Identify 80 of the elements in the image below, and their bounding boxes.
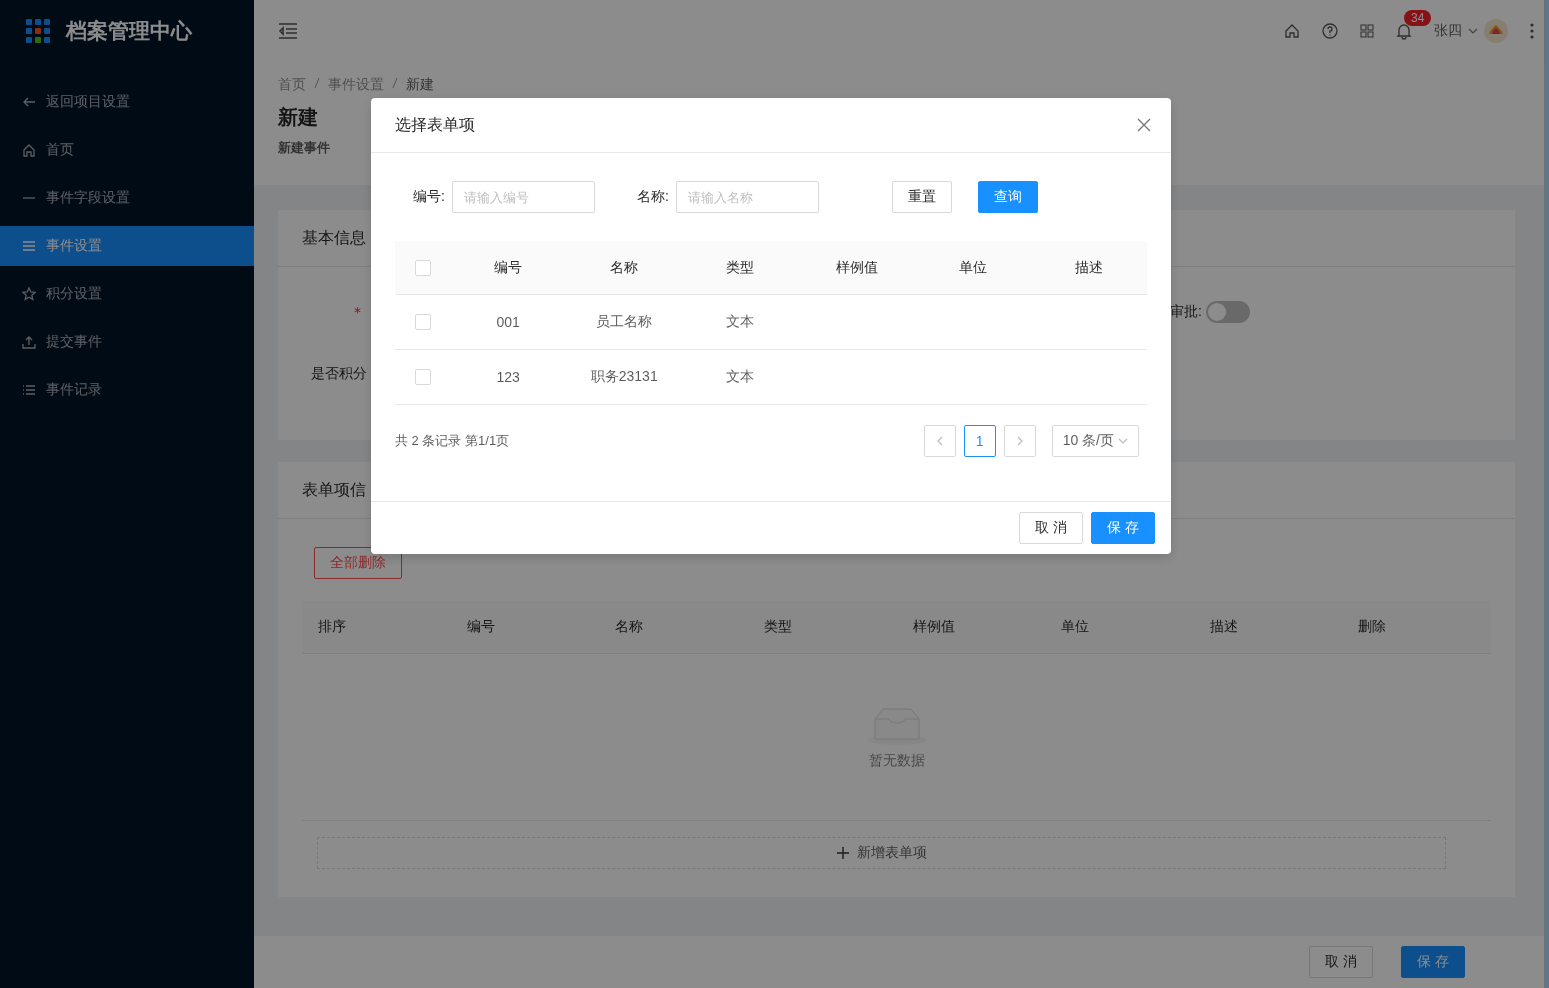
column-header: 名称 xyxy=(614,618,645,636)
chevron-right-icon xyxy=(1015,436,1024,446)
bell-icon xyxy=(1396,22,1412,40)
empty-text: 暂无数据 xyxy=(868,751,925,770)
column-header: 排序 xyxy=(317,618,347,636)
chevron-left-icon xyxy=(935,436,944,446)
column-header: 类型 xyxy=(762,618,793,636)
field-label: 审批: xyxy=(1170,303,1202,321)
table-cell-text: 文本 xyxy=(725,313,756,331)
column-header: 描述 xyxy=(1073,258,1104,277)
column-header: 单位 xyxy=(957,258,988,277)
menu-icon xyxy=(22,239,36,253)
search-field[interactable]: 请输入名称 xyxy=(675,181,819,213)
close-icon[interactable] xyxy=(1137,118,1151,132)
sidebar-item[interactable]: 提交事件 xyxy=(0,322,254,362)
page-number[interactable]: 1 xyxy=(963,425,996,457)
delete-all-button[interactable]: 全部删除 xyxy=(314,547,402,579)
column-header: 类型 xyxy=(725,258,756,277)
record-summary: 共 2 条记录 第1/1页 xyxy=(395,432,510,450)
app-title: 档案管理中心 xyxy=(66,18,192,44)
caret-down-icon xyxy=(1118,438,1128,444)
sidebar-item[interactable]: 事件字段设置 xyxy=(0,178,254,218)
menu-fold-icon xyxy=(278,23,298,39)
avatar-icon xyxy=(1484,19,1508,43)
column-header: 编号 xyxy=(493,258,524,277)
sidebar-item[interactable]: 事件记录 xyxy=(0,370,254,410)
column-header: 编号 xyxy=(465,618,496,636)
card-title: 基本信息 xyxy=(302,227,366,248)
column-header: 删除 xyxy=(1357,618,1388,636)
column-header: 样例值 xyxy=(834,258,879,277)
page-size-select[interactable]: 10 条/页 xyxy=(1051,425,1139,457)
sidebar-item[interactable]: 事件设置 xyxy=(0,226,254,266)
grid-logo-icon xyxy=(26,19,50,43)
table-cell-text: 123 xyxy=(495,369,521,385)
column-header: 单位 xyxy=(1060,618,1091,636)
plus-icon xyxy=(836,847,849,859)
cancel-button[interactable]: 取 消 xyxy=(1019,512,1083,544)
table-cell-text: 001 xyxy=(495,314,521,330)
apps-icon xyxy=(1360,24,1374,38)
table-cell-text: 文本 xyxy=(725,368,756,386)
filter-label: 名称: xyxy=(636,188,669,206)
separator-icon xyxy=(314,76,320,90)
checkbox[interactable] xyxy=(414,369,431,385)
sidebar-item[interactable]: 返回项目设置 xyxy=(0,82,254,122)
previous-page-button[interactable] xyxy=(923,425,956,457)
cancel-button[interactable]: 取 消 xyxy=(1309,946,1373,978)
table-cell-text: 员工名称 xyxy=(595,313,654,331)
card-title: 表单项信 xyxy=(302,479,366,500)
required-mark: * xyxy=(354,304,361,320)
breadcrumb-link[interactable]: 首页 xyxy=(278,76,306,94)
checkbox[interactable] xyxy=(414,314,431,330)
filter-label: 编号: xyxy=(413,188,445,206)
column-header: 样例值 xyxy=(911,618,956,636)
breadcrumb-link[interactable]: 事件设置 xyxy=(328,76,384,94)
field-label: 是否积分 xyxy=(311,365,367,383)
more-icon xyxy=(1530,23,1534,39)
help-icon xyxy=(1322,23,1338,39)
separator-icon xyxy=(392,76,398,90)
column-header: 名称 xyxy=(609,258,640,277)
notification-badge: 34 xyxy=(1404,10,1432,26)
user-name[interactable]: 张四 xyxy=(1434,22,1462,40)
sidebar-item[interactable]: 积分设置 xyxy=(0,274,254,314)
checkbox[interactable] xyxy=(414,259,431,276)
page-subtitle: 新建事件 xyxy=(278,139,330,157)
breadcrumb-link[interactable]: 新建 xyxy=(406,76,434,94)
search-field[interactable]: 请输入编号 xyxy=(451,181,595,213)
page-title: 新建 xyxy=(278,105,318,130)
save-button[interactable]: 保 存 xyxy=(1401,946,1465,978)
save-button[interactable]: 保 存 xyxy=(1091,512,1155,544)
reset-button[interactable]: 重置 xyxy=(891,181,952,213)
approval-toggle[interactable] xyxy=(1206,301,1250,323)
dialog-title: 选择表单项 xyxy=(395,114,475,135)
search-button[interactable]: 查询 xyxy=(977,181,1038,213)
home-icon xyxy=(1284,23,1300,39)
sidebar-item[interactable]: 首页 xyxy=(0,130,254,170)
caret-down-icon xyxy=(1468,28,1478,34)
column-header: 描述 xyxy=(1208,618,1239,636)
add-item-button[interactable]: 新增表单项 xyxy=(317,837,1446,869)
next-page-button[interactable] xyxy=(1003,425,1036,457)
table-cell-text: 职务23131 xyxy=(589,368,659,386)
